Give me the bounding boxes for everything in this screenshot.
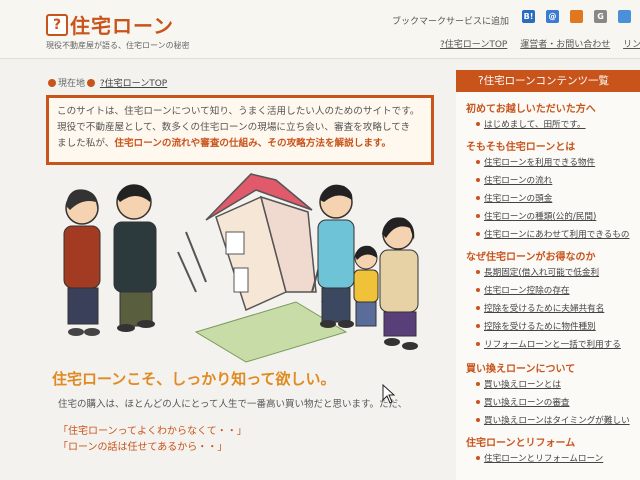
sidebar-title: ?住宅ローンコンテンツ一覧 (456, 70, 640, 92)
google-bookmark-icon[interactable]: G (594, 10, 607, 23)
buzzurl-icon[interactable] (570, 10, 583, 23)
sidebar-section-heading: そもそも住宅ローンとは (466, 142, 576, 153)
breadcrumb-label: 現在地 (58, 79, 86, 89)
section-headline: 住宅ローンこそ、しっかり知って欲しい。 (52, 370, 336, 388)
livedoor-clip-icon[interactable]: @ (546, 10, 559, 23)
sidebar-section-heading: 買い換えローンについて (466, 364, 576, 375)
nav-link-contact[interactable]: 運営者・お問い合わせ (520, 40, 610, 50)
sidebar-link[interactable]: 住宅ローンの流れ (475, 174, 552, 186)
sidebar-link[interactable]: 買い換えローンはタイミングが難しい (476, 414, 630, 426)
intro-highlight: 住宅ローンの流れや審査の仕組み、その攻略方法を解説します。 (114, 138, 392, 149)
site-subtitle: 現役不動産屋が語る、住宅ローンの秘密 (46, 41, 190, 50)
intro-line: このサイトは、住宅ローンについて知り、うまく活用したい人のためのサイトです。 (57, 106, 420, 117)
bullet-icon (87, 79, 96, 87)
body-paragraph: 住宅の購入は、ほとんどの人にとって人生で一番高い買い物だと思います。ただ、 (58, 399, 408, 410)
nav-link-links[interactable]: リンク (623, 40, 640, 50)
mouse-cursor-icon (382, 384, 396, 404)
family-figure (317, 184, 419, 350)
sidebar-link[interactable]: 住宅ローンの種類(公的/民間) (475, 210, 596, 222)
couple-figure (63, 184, 157, 336)
top-nav: ?住宅ローンTOP 運営者・お問い合わせ リンク (440, 37, 640, 50)
bullet-icon (48, 79, 56, 87)
sidebar-link[interactable]: 控除を受けるために夫婦共有名 (475, 302, 604, 314)
breadcrumb-current-link[interactable]: ?住宅ローンTOP (100, 79, 167, 89)
sidebar-link[interactable]: 買い換えローンの審査 (476, 396, 570, 408)
intro-line: ました私が、住宅ローンの流れや審査の仕組み、その攻略方法を解説します。 (57, 136, 423, 152)
intro-box: このサイトは、住宅ローンについて知り、うまく活用したい人のためのサイトです。 現… (46, 95, 434, 165)
quote-list: 「住宅ローンってよくわからなくて・・」 「ローンの話は任せてあるから・・」 (58, 424, 247, 456)
site-title[interactable]: 住宅ローン (70, 10, 174, 39)
sidebar-section-heading: 初めてお越しいただいた方へ (466, 104, 596, 115)
quote-line: 「住宅ローンってよくわからなくて・・」 (58, 426, 247, 437)
family-house-illustration (63, 173, 419, 363)
intro-line: 現役で不動産屋として、数多くの住宅ローンの現場に立ち会い、審査を攻略してき (57, 122, 411, 133)
sidebar-section-heading: 住宅ローンとリフォーム (466, 438, 576, 449)
hatena-bookmark-icon[interactable]: B! (522, 10, 535, 23)
sidebar-link[interactable]: 住宅ローンとリフォームローン (475, 452, 603, 464)
sidebar-link[interactable]: 住宅ローンの頭金 (475, 192, 552, 204)
quote-line: 「ローンの話は任せてあるから・・」 (58, 442, 228, 453)
sidebar-link[interactable]: 控除を受けるために物件種別 (476, 320, 596, 332)
sidebar-link[interactable]: 住宅ローン控除の存在 (476, 284, 570, 296)
breadcrumb: 現在地 ?住宅ローンTOP (46, 76, 167, 89)
contents-sidebar: ?住宅ローンコンテンツ一覧 初めてお越しいただいた方へ はじめまして、田所です。… (456, 70, 640, 480)
question-icon: ? (46, 14, 68, 36)
sidebar-link[interactable]: はじめまして、田所です。 (476, 118, 586, 130)
bookmark-service-label: ブックマークサービスに追加 (392, 17, 510, 27)
sidebar-section-heading: なぜ住宅ローンがお得なのか (466, 252, 596, 263)
yahoo-bookmark-icon[interactable] (618, 10, 631, 23)
nav-link-top[interactable]: ?住宅ローンTOP (440, 40, 507, 50)
sidebar-link[interactable]: 住宅ローンにあわせて利用できるもの (476, 228, 630, 240)
intro-text: ました私が、 (57, 138, 115, 149)
sidebar-link[interactable]: リフォームローンと一括で利用する (476, 338, 621, 350)
sidebar-link[interactable]: 住宅ローンを利用できる物件 (475, 156, 595, 168)
sidebar-link[interactable]: 買い換えローンとは (476, 378, 561, 390)
sidebar-link[interactable]: 長期固定(借入れ可能で低金利 (475, 266, 599, 278)
